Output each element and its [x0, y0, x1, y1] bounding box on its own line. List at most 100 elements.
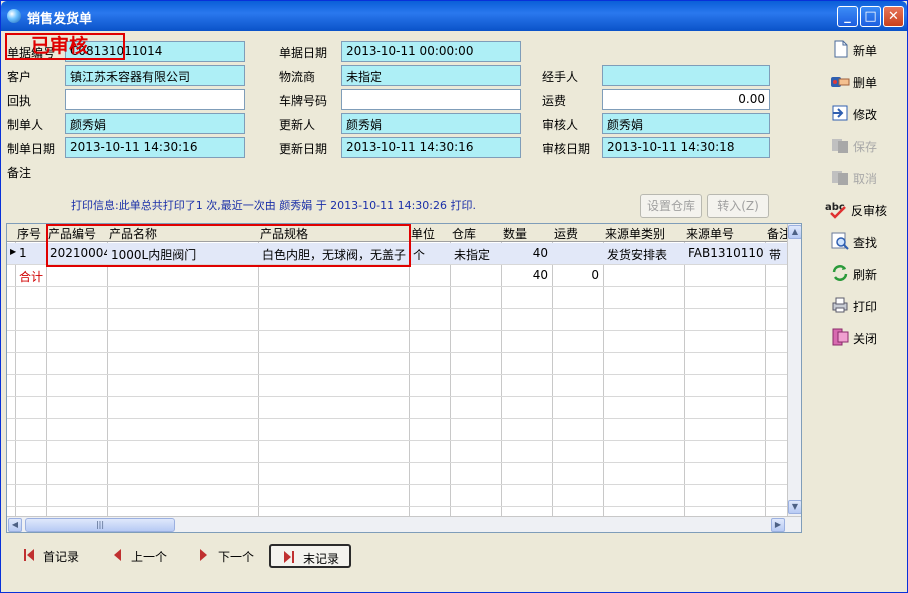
- audit-date-field[interactable]: 2013-10-11 14:30:18: [602, 137, 770, 158]
- make-date-field[interactable]: 2013-10-11 14:30:16: [65, 137, 245, 158]
- col-header-freight[interactable]: 运费: [552, 225, 603, 242]
- save-icon: [832, 139, 848, 153]
- printer-icon: [832, 297, 848, 313]
- plate-field[interactable]: [341, 89, 521, 110]
- last-record-icon: [284, 551, 294, 563]
- update-date-label: 更新日期: [279, 142, 328, 156]
- row-pointer-icon: ▶: [10, 247, 17, 256]
- last-record-button[interactable]: 末记录: [269, 544, 351, 568]
- col-header-warehouse[interactable]: 仓库: [450, 225, 501, 242]
- cancel-icon: [832, 171, 848, 185]
- search-button[interactable]: 查找: [827, 231, 907, 253]
- close-button[interactable]: 关闭: [827, 327, 907, 349]
- col-header-qty[interactable]: 数量: [501, 225, 552, 242]
- handler-field[interactable]: [602, 65, 770, 86]
- save-label: 保存: [853, 140, 878, 154]
- customer-label: 客户: [7, 70, 32, 84]
- empty-row: [7, 485, 787, 507]
- scroll-thumb[interactable]: |||: [25, 518, 175, 532]
- minimize-button[interactable]: _: [837, 6, 858, 27]
- vertical-scrollbar[interactable]: ▲ ▼: [787, 224, 801, 516]
- col-header-source-type[interactable]: 来源单类别: [603, 225, 684, 242]
- audited-stamp: 已审核: [5, 33, 125, 60]
- cell-warehouse: 未指定: [454, 248, 491, 262]
- cancel-button[interactable]: 取消: [827, 167, 907, 189]
- cell-qty: 40: [532, 246, 548, 260]
- cell-seq: 1: [19, 246, 27, 260]
- edit-doc-label: 修改: [853, 108, 878, 122]
- print-label: 打印: [853, 300, 878, 314]
- maker-field[interactable]: 颜秀娟: [65, 113, 245, 134]
- transfer-button[interactable]: 转入(Z): [707, 194, 769, 218]
- detail-grid[interactable]: 序号 产品编号 产品名称 产品规格 单位 仓库 数量 运费 来源单类别 来源单号…: [6, 223, 802, 533]
- app-icon: [7, 9, 21, 23]
- cancel-label: 取消: [853, 172, 878, 186]
- exit-door-icon: [832, 328, 849, 346]
- total-row: 合计 40 0: [7, 265, 787, 287]
- new-doc-button[interactable]: 新单: [827, 39, 907, 61]
- customer-field[interactable]: 镇江苏禾容器有限公司: [65, 65, 245, 86]
- doc-date-field[interactable]: 2013-10-11 00:00:00: [341, 41, 521, 62]
- refresh-label: 刷新: [853, 268, 878, 282]
- empty-row: [7, 331, 787, 353]
- spellcheck-icon: abc: [825, 202, 846, 219]
- empty-row: [7, 397, 787, 419]
- make-date-label: 制单日期: [7, 142, 56, 156]
- logistics-field[interactable]: 未指定: [341, 65, 521, 86]
- maximize-button[interactable]: □: [860, 6, 881, 27]
- col-header-seq[interactable]: 序号: [15, 225, 46, 242]
- first-record-label: 首记录: [43, 550, 80, 564]
- prev-record-icon: [114, 549, 121, 561]
- empty-row: [7, 309, 787, 331]
- total-freight: 0: [591, 268, 599, 282]
- sales-delivery-window: 销售发货单 _ □ ✕ 单据编号 C08131011014 已审核 单据日期 2…: [0, 0, 908, 593]
- refresh-icon: [832, 265, 848, 281]
- print-info: 打印信息:此单总共打印了1 次,最近一次由 颜秀娟 于 2013-10-11 1…: [71, 199, 477, 212]
- col-header-remark[interactable]: 备注: [765, 225, 787, 242]
- new-document-icon: [834, 40, 848, 58]
- remark-label: 备注: [7, 166, 32, 180]
- search-label: 查找: [853, 236, 878, 250]
- set-warehouse-button[interactable]: 设置仓库: [640, 194, 702, 218]
- first-record-button[interactable]: 首记录: [21, 544, 101, 568]
- new-doc-label: 新单: [853, 44, 878, 58]
- cell-remark: 带: [769, 248, 782, 262]
- scroll-up-icon[interactable]: ▲: [788, 225, 801, 239]
- empty-row: [7, 375, 787, 397]
- edit-doc-button[interactable]: 修改: [827, 103, 907, 125]
- unaudit-button[interactable]: abc 反审核: [823, 199, 903, 221]
- updater-field[interactable]: 颜秀娟: [341, 113, 521, 134]
- auditor-label: 审核人: [542, 118, 579, 132]
- scroll-right-icon[interactable]: ▶: [771, 518, 785, 532]
- scroll-left-icon[interactable]: ◀: [8, 518, 22, 532]
- cell-source-type: 发货安排表: [607, 248, 668, 262]
- next-record-button[interactable]: 下一个: [196, 544, 276, 568]
- print-button[interactable]: 打印: [827, 295, 907, 317]
- scroll-down-icon[interactable]: ▼: [788, 500, 801, 514]
- doc-date-label: 单据日期: [279, 46, 328, 60]
- col-header-source-no[interactable]: 来源单号: [684, 225, 765, 242]
- updater-label: 更新人: [279, 118, 316, 132]
- close-window-button[interactable]: ✕: [883, 6, 904, 27]
- horizontal-scrollbar[interactable]: ◀ ||| ▶: [7, 516, 801, 532]
- freight-field[interactable]: 0.00: [602, 89, 770, 110]
- auditor-field[interactable]: 颜秀娟: [602, 113, 770, 134]
- refresh-button[interactable]: 刷新: [827, 263, 907, 285]
- empty-row: [7, 419, 787, 441]
- handler-label: 经手人: [542, 70, 579, 84]
- prev-record-button[interactable]: 上一个: [109, 544, 189, 568]
- update-date-field[interactable]: 2013-10-11 14:30:16: [341, 137, 521, 158]
- receipt-field[interactable]: [65, 89, 245, 110]
- empty-row: [7, 463, 787, 485]
- delete-doc-button[interactable]: 删单: [827, 71, 907, 93]
- save-button[interactable]: 保存: [827, 135, 907, 157]
- col-header-unit[interactable]: 单位: [409, 225, 450, 242]
- maker-label: 制单人: [7, 118, 44, 132]
- receipt-label: 回执: [7, 94, 32, 108]
- empty-row: [7, 441, 787, 463]
- logistics-label: 物流商: [279, 70, 316, 84]
- prev-record-label: 上一个: [131, 550, 168, 564]
- delete-doc-label: 删单: [853, 76, 878, 90]
- last-record-label: 末记录: [303, 552, 340, 566]
- window-title: 销售发货单: [27, 12, 93, 27]
